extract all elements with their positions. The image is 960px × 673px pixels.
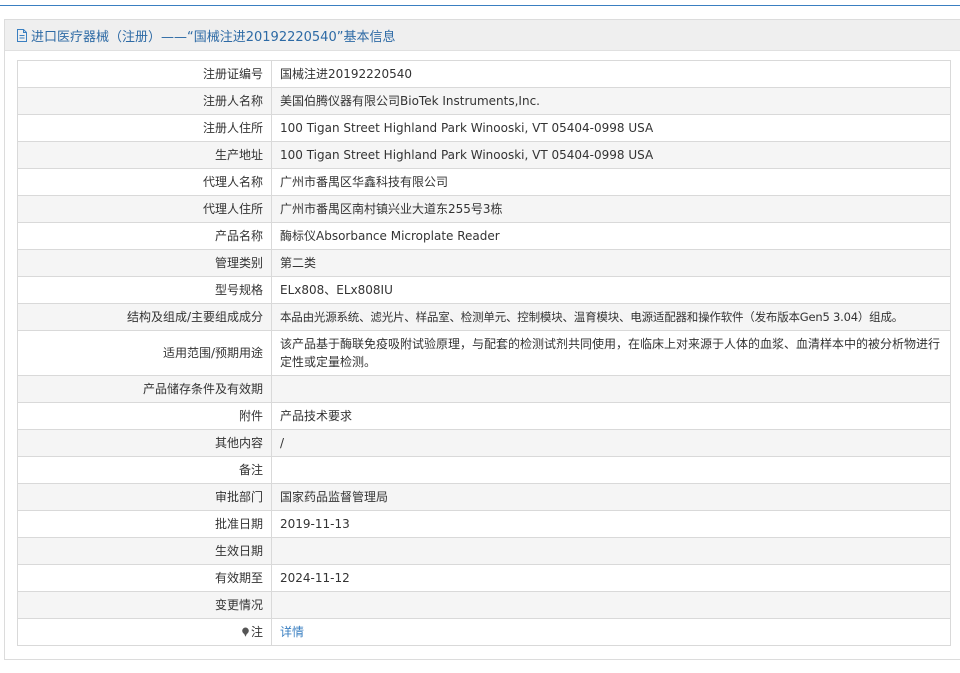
field-value [271,591,951,619]
field-label: 变更情况 [17,591,272,619]
table-row: 注 详情 [17,618,951,646]
field-label: 适用范围/预期用途 [17,330,272,376]
top-divider [0,5,960,6]
field-label: 附件 [17,402,272,430]
field-value: 2019-11-13 [271,510,951,538]
field-label: 审批部门 [17,483,272,511]
field-value: 国械注进20192220540 [271,60,951,88]
info-panel: 进口医疗器械（注册）——“国械注进20192220540”基本信息 注册证编号 … [4,19,960,660]
table-row: 注册证编号 国械注进20192220540 [17,60,951,88]
field-label: 结构及组成/主要组成成分 [17,303,272,331]
field-label: 注册证编号 [17,60,272,88]
page-title: 进口医疗器械（注册）——“国械注进20192220540”基本信息 [31,29,396,45]
details-link[interactable]: 详情 [280,625,304,639]
field-label: 代理人住所 [17,195,272,223]
table-row: 结构及组成/主要组成成分 本品由光源系统、滤光片、样品室、检测单元、控制模块、温… [17,303,951,331]
field-label: 其他内容 [17,429,272,457]
field-value: 广州市番禺区华鑫科技有限公司 [271,168,951,196]
pin-icon [241,624,250,637]
field-value: / [271,429,951,457]
table-row: 适用范围/预期用途 该产品基于酶联免疫吸附试验原理，与配套的检测试剂共同使用，在… [17,330,951,376]
field-value [271,375,951,403]
table-row: 生效日期 [17,537,951,565]
table-row: 其他内容 / [17,429,951,457]
field-value: 该产品基于酶联免疫吸附试验原理，与配套的检测试剂共同使用，在临床上对来源于人体的… [271,330,951,376]
table-row: 代理人名称 广州市番禺区华鑫科技有限公司 [17,168,951,196]
table-row: 变更情况 [17,591,951,619]
table-row: 代理人住所 广州市番禺区南村镇兴业大道东255号3栋 [17,195,951,223]
field-label: 生效日期 [17,537,272,565]
field-label: 有效期至 [17,564,272,592]
note-label: 注 [17,618,272,646]
table-row: 附件 产品技术要求 [17,402,951,430]
table-row: 批准日期 2019-11-13 [17,510,951,538]
field-value: 国家药品监督管理局 [271,483,951,511]
field-label: 型号规格 [17,276,272,304]
detail-table: 注册证编号 国械注进20192220540 注册人名称 美国伯腾仪器有限公司Bi… [17,60,951,646]
field-value: ELx808、ELx808IU [271,276,951,304]
field-value [271,456,951,484]
field-label: 备注 [17,456,272,484]
field-value: 100 Tigan Street Highland Park Winooski,… [271,114,951,142]
field-value: 产品技术要求 [271,402,951,430]
table-row: 型号规格 ELx808、ELx808IU [17,276,951,304]
field-value: 详情 [271,618,951,646]
field-value: 广州市番禺区南村镇兴业大道东255号3栋 [271,195,951,223]
field-label: 管理类别 [17,249,272,277]
table-row: 产品储存条件及有效期 [17,375,951,403]
field-value: 2024-11-12 [271,564,951,592]
field-label: 注册人名称 [17,87,272,115]
table-row: 注册人名称 美国伯腾仪器有限公司BioTek Instruments,Inc. [17,87,951,115]
field-label: 批准日期 [17,510,272,538]
table-row: 备注 [17,456,951,484]
field-value: 美国伯腾仪器有限公司BioTek Instruments,Inc. [271,87,951,115]
table-row: 产品名称 酶标仪Absorbance Microplate Reader [17,222,951,250]
field-label: 产品储存条件及有效期 [17,375,272,403]
table-row: 管理类别 第二类 [17,249,951,277]
panel-header: 进口医疗器械（注册）——“国械注进20192220540”基本信息 [5,20,960,51]
note-label-text: 注 [250,625,263,639]
field-value [271,537,951,565]
field-label: 代理人名称 [17,168,272,196]
table-row: 有效期至 2024-11-12 [17,564,951,592]
field-value: 第二类 [271,249,951,277]
field-label: 产品名称 [17,222,272,250]
field-value: 本品由光源系统、滤光片、样品室、检测单元、控制模块、温育模块、电源适配器和操作软… [271,303,951,331]
table-row: 审批部门 国家药品监督管理局 [17,483,951,511]
field-label: 生产地址 [17,141,272,169]
field-value: 100 Tigan Street Highland Park Winooski,… [271,141,951,169]
table-row: 生产地址 100 Tigan Street Highland Park Wino… [17,141,951,169]
table-row: 注册人住所 100 Tigan Street Highland Park Win… [17,114,951,142]
document-icon [15,28,29,43]
field-label: 注册人住所 [17,114,272,142]
field-value: 酶标仪Absorbance Microplate Reader [271,222,951,250]
